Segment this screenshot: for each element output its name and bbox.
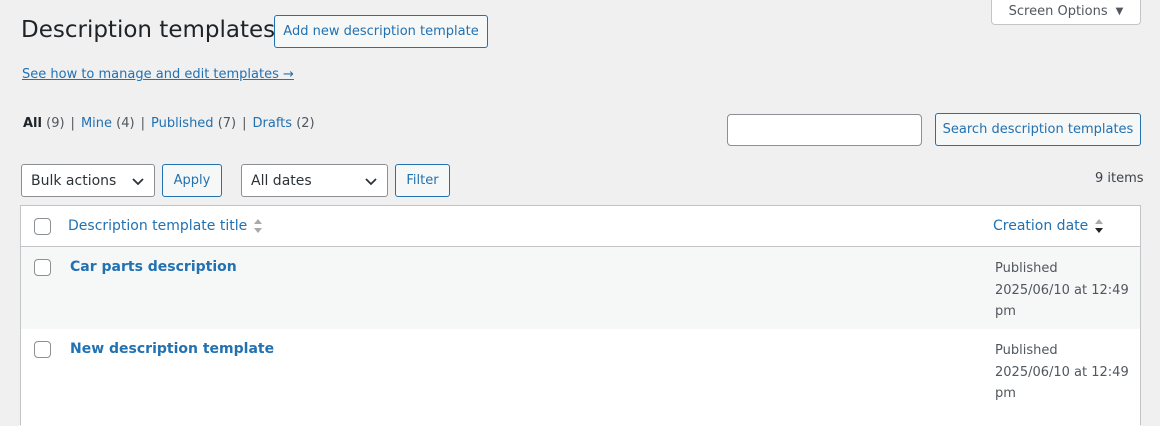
chevron-down-icon	[132, 177, 144, 185]
dates-value: All dates	[251, 172, 312, 189]
sort-by-date[interactable]: Creation date	[993, 217, 1104, 235]
table-row: Car parts description Published 2025/06/…	[21, 247, 1140, 329]
caret-down-icon: ▼	[1115, 5, 1124, 17]
row-date-value: 2025/06/10 at 12:49	[995, 282, 1129, 298]
row-checkbox[interactable]	[34, 341, 51, 358]
search-input[interactable]	[727, 114, 922, 146]
row-status: Published	[995, 343, 1058, 358]
sort-both-icon	[253, 217, 263, 235]
select-all-checkbox[interactable]	[34, 218, 51, 235]
search-button[interactable]: Search description templates	[935, 113, 1141, 146]
row-title-link[interactable]: New description template	[70, 341, 274, 357]
view-drafts[interactable]: Drafts (2)	[253, 116, 315, 131]
apply-button[interactable]: Apply	[162, 164, 222, 197]
row-date: Published 2025/06/10 at 12:49 pm	[995, 258, 1135, 323]
row-time-suffix: pm	[995, 386, 1016, 401]
view-published[interactable]: Published (7)	[151, 116, 236, 131]
column-date-label: Creation date	[993, 218, 1089, 234]
table-header: Description template title Creation date	[21, 206, 1140, 247]
table-row: New description template Published 2025/…	[21, 329, 1140, 426]
row-title-link[interactable]: Car parts description	[70, 259, 237, 275]
bulk-actions-select[interactable]: Bulk actions	[21, 164, 155, 197]
row-status: Published	[995, 261, 1058, 276]
page-title: Description templates	[21, 17, 276, 43]
sort-desc-icon	[1094, 217, 1104, 235]
row-checkbox[interactable]	[34, 259, 51, 276]
column-title-label: Description template title	[68, 218, 248, 234]
view-filters: All (9) | Mine (4) | Published (7) | Dra…	[23, 116, 315, 131]
items-count: 9 items	[1095, 171, 1144, 186]
bulk-actions-value: Bulk actions	[31, 172, 117, 189]
sort-by-title[interactable]: Description template title	[68, 217, 263, 235]
separator: |	[140, 116, 145, 131]
templates-table: Description template title Creation date…	[20, 205, 1141, 426]
screen-options-label: Screen Options	[1008, 3, 1108, 19]
row-date: Published 2025/06/10 at 12:49 pm	[995, 340, 1135, 405]
view-mine[interactable]: Mine (4)	[81, 116, 135, 131]
separator: |	[70, 116, 75, 131]
filter-button[interactable]: Filter	[395, 164, 450, 197]
row-date-value: 2025/06/10 at 12:49	[995, 364, 1129, 380]
chevron-down-icon	[365, 177, 377, 185]
separator: |	[242, 116, 247, 131]
row-time-suffix: pm	[995, 304, 1016, 319]
dates-select[interactable]: All dates	[241, 164, 388, 197]
view-all[interactable]: All (9)	[23, 116, 65, 131]
screen-options-button[interactable]: Screen Options ▼	[991, 0, 1141, 25]
add-new-template-button[interactable]: Add new description template	[274, 15, 488, 48]
howto-link[interactable]: See how to manage and edit templates →	[22, 67, 294, 82]
